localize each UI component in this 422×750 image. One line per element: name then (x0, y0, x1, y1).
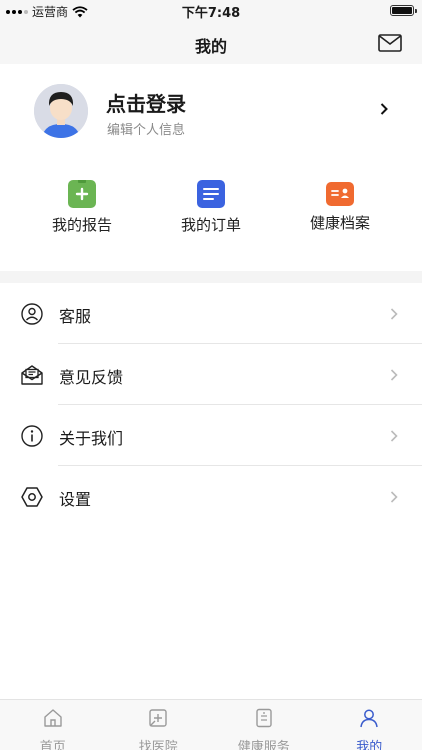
battery-icon (390, 5, 417, 16)
chevron-right-icon (390, 369, 398, 381)
tab-mine[interactable]: 我的 (317, 700, 422, 750)
shortcut-label: 我的订单 (180, 216, 241, 234)
nav-bar: 我的 (0, 22, 422, 64)
feedback-icon (21, 365, 43, 385)
tab-label: 健康服务 (237, 740, 290, 750)
order-icon (197, 180, 225, 208)
customer-service-icon (21, 303, 43, 325)
health-service-icon (256, 708, 272, 728)
profile-icon (360, 709, 378, 728)
avatar[interactable] (34, 84, 88, 138)
user-avatar-icon (34, 84, 88, 138)
shortcut-health-record[interactable]: 健康档案 (290, 180, 390, 233)
shortcut-row: 我的报告 我的订单 健康档案 (0, 170, 422, 260)
chevron-right-icon (390, 308, 398, 320)
menu-item-settings[interactable]: 设置 (0, 466, 422, 527)
menu-list: 客服 意见反馈 关于我们 设置 (0, 283, 422, 527)
shortcut-my-orders[interactable]: 我的订单 (161, 180, 261, 235)
menu-item-about-us[interactable]: 关于我们 (0, 405, 422, 466)
chevron-right-icon (380, 103, 388, 115)
login-title[interactable]: 点击登录 (106, 88, 186, 117)
menu-item-label: 客服 (59, 307, 92, 326)
tab-bar: 首页 找医院 健康服务 我的 (0, 699, 422, 750)
home-icon (44, 709, 62, 727)
chevron-right-icon (390, 491, 398, 503)
menu-item-label: 设置 (59, 490, 92, 509)
shortcut-my-report[interactable]: 我的报告 (32, 180, 132, 235)
shortcut-label: 我的报告 (51, 216, 112, 234)
tab-home[interactable]: 首页 (0, 700, 106, 750)
chevron-right-icon (390, 430, 398, 442)
shortcut-label: 健康档案 (309, 214, 370, 232)
menu-item-label: 关于我们 (59, 429, 124, 448)
section-divider (0, 271, 422, 283)
mail-icon[interactable] (378, 34, 402, 52)
report-icon (68, 180, 96, 208)
menu-item-label: 意见反馈 (59, 368, 124, 387)
clock: 下午7:48 (181, 6, 241, 21)
tab-label: 我的 (356, 740, 383, 750)
menu-item-customer-service[interactable]: 客服 (0, 283, 422, 344)
page-title: 我的 (194, 37, 227, 56)
menu-item-feedback[interactable]: 意见反馈 (0, 344, 422, 405)
status-bar: 运营商 下午7:48 (0, 0, 422, 22)
edit-profile-label: 编辑个人信息 (107, 123, 186, 138)
tab-label: 首页 (39, 740, 66, 750)
profile-login-row[interactable]: 点击登录 编辑个人信息 (0, 64, 422, 154)
tab-health-service[interactable]: 健康服务 (211, 700, 317, 750)
settings-icon (21, 487, 43, 507)
tab-label: 找医院 (138, 740, 178, 750)
health-record-icon (326, 182, 354, 206)
tab-find-hospital[interactable]: 找医院 (106, 700, 212, 750)
info-icon (21, 425, 43, 447)
hospital-icon (149, 709, 167, 727)
